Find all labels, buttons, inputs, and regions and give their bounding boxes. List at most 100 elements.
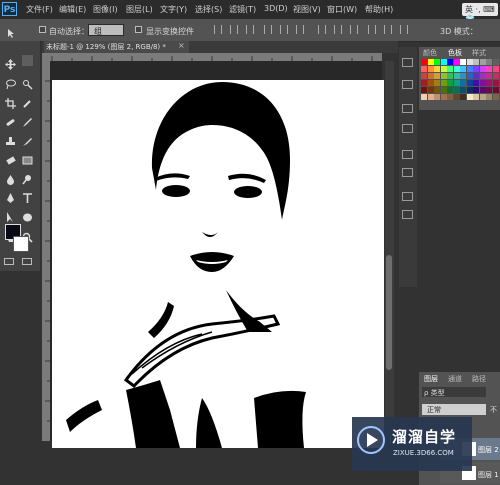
artboard-tool-icon[interactable] xyxy=(22,55,33,66)
color-swatch[interactable] xyxy=(486,66,492,72)
dodge-tool-icon[interactable] xyxy=(22,170,33,185)
distribute-top-icon[interactable] xyxy=(318,25,326,34)
color-swatch[interactable] xyxy=(447,59,453,65)
distribute-bottom-icon[interactable] xyxy=(350,25,358,34)
color-swatch[interactable] xyxy=(479,80,486,86)
menu-filter[interactable]: 滤镜(T) xyxy=(229,4,256,15)
tab-swatches[interactable]: 色板 xyxy=(448,48,462,58)
menu-edit[interactable]: 编辑(E) xyxy=(59,4,86,15)
move-tool-preset-icon[interactable] xyxy=(6,24,20,38)
color-swatch[interactable] xyxy=(434,80,440,86)
color-swatch[interactable] xyxy=(479,66,486,72)
color-swatch[interactable] xyxy=(440,80,447,86)
color-swatch[interactable] xyxy=(486,73,492,79)
color-swatch[interactable] xyxy=(440,87,447,93)
color-swatch[interactable] xyxy=(440,73,447,79)
background-color-swatch[interactable] xyxy=(13,236,29,252)
align-vcenter-icon[interactable] xyxy=(230,25,238,34)
color-swatch[interactable] xyxy=(486,94,492,100)
color-swatch[interactable] xyxy=(479,87,486,93)
libraries-panel-icon[interactable] xyxy=(402,192,413,201)
menu-help[interactable]: 帮助(H) xyxy=(365,4,393,15)
distribute-left-icon[interactable] xyxy=(368,25,376,34)
color-swatch[interactable] xyxy=(434,59,440,65)
color-swatch[interactable] xyxy=(421,94,427,100)
distribute-hcenter-icon[interactable] xyxy=(384,25,392,34)
screen-mode-icon[interactable] xyxy=(22,258,32,265)
tab-layers[interactable]: 图层 xyxy=(424,374,438,384)
color-swatch[interactable] xyxy=(453,94,460,100)
blur-tool-icon[interactable] xyxy=(5,170,16,185)
move-tool-icon[interactable] xyxy=(5,55,16,70)
canvas-scrollbar-thumb[interactable] xyxy=(386,255,392,370)
character-panel-icon[interactable] xyxy=(402,150,413,159)
color-swatch[interactable] xyxy=(486,87,492,93)
color-swatch[interactable] xyxy=(492,59,499,65)
color-swatch[interactable] xyxy=(460,66,466,72)
menu-image[interactable]: 图像(I) xyxy=(93,4,118,15)
color-swatch[interactable] xyxy=(492,73,499,79)
notes-panel-icon[interactable] xyxy=(402,210,413,219)
tab-styles[interactable]: 样式 xyxy=(472,48,486,58)
color-swatch[interactable] xyxy=(434,66,440,72)
color-swatch[interactable] xyxy=(421,59,427,65)
menu-select[interactable]: 选择(S) xyxy=(195,4,222,15)
color-swatch[interactable] xyxy=(421,80,427,86)
clone-stamp-tool-icon[interactable] xyxy=(5,132,16,145)
color-swatch[interactable] xyxy=(466,94,473,100)
color-swatch[interactable] xyxy=(453,66,460,72)
quick-mask-icon[interactable] xyxy=(4,258,14,265)
distribute-right-icon[interactable] xyxy=(400,25,408,34)
quick-select-tool-icon[interactable] xyxy=(22,75,33,90)
color-swatch[interactable] xyxy=(427,80,434,86)
align-left-icon[interactable] xyxy=(264,25,272,34)
color-swatch[interactable] xyxy=(466,87,473,93)
color-swatch[interactable] xyxy=(473,94,479,100)
color-swatch[interactable] xyxy=(434,87,440,93)
color-swatch[interactable] xyxy=(479,94,486,100)
brush-tool-icon[interactable] xyxy=(22,113,33,127)
color-swatch[interactable] xyxy=(479,59,486,65)
paragraph-panel-icon[interactable] xyxy=(402,168,413,177)
color-swatch[interactable] xyxy=(440,66,447,72)
color-swatch[interactable] xyxy=(460,94,466,100)
color-swatch[interactable] xyxy=(473,80,479,86)
color-swatch[interactable] xyxy=(447,87,453,93)
color-swatch[interactable] xyxy=(447,94,453,100)
tab-channels[interactable]: 通道 xyxy=(448,374,462,384)
color-swatch[interactable] xyxy=(427,66,434,72)
color-swatch[interactable] xyxy=(486,59,492,65)
auto-select-checkbox[interactable] xyxy=(39,26,46,33)
color-swatch[interactable] xyxy=(460,73,466,79)
color-swatch[interactable] xyxy=(440,94,447,100)
menu-type[interactable]: 文字(Y) xyxy=(160,4,187,15)
healing-brush-tool-icon[interactable] xyxy=(5,113,16,126)
color-swatch[interactable] xyxy=(492,87,499,93)
align-hcenter-icon[interactable] xyxy=(280,25,288,34)
color-swatch[interactable] xyxy=(440,59,447,65)
color-swatch[interactable] xyxy=(453,59,460,65)
color-swatch[interactable] xyxy=(473,73,479,79)
path-selection-tool-icon[interactable] xyxy=(5,208,16,222)
color-swatch[interactable] xyxy=(460,87,466,93)
shape-tool-icon[interactable] xyxy=(22,208,33,222)
color-swatch[interactable] xyxy=(460,80,466,86)
color-swatch[interactable] xyxy=(447,66,453,72)
history-panel-icon[interactable] xyxy=(402,58,413,67)
color-swatch[interactable] xyxy=(492,80,499,86)
eraser-tool-icon[interactable] xyxy=(5,151,16,165)
canvas-scrollbar[interactable] xyxy=(385,61,394,441)
align-bottom-icon[interactable] xyxy=(246,25,254,34)
menu-layer[interactable]: 图层(L) xyxy=(126,4,153,15)
color-swatch[interactable] xyxy=(421,66,427,72)
show-transform-checkbox[interactable] xyxy=(135,26,142,33)
align-top-icon[interactable] xyxy=(214,25,222,34)
color-swatch[interactable] xyxy=(466,66,473,72)
canvas-image-portrait[interactable] xyxy=(52,80,384,448)
color-swatch[interactable] xyxy=(460,59,466,65)
color-swatch[interactable] xyxy=(453,87,460,93)
pen-tool-icon[interactable] xyxy=(5,189,16,203)
color-swatch[interactable] xyxy=(434,73,440,79)
menu-3d[interactable]: 3D(D) xyxy=(264,4,288,13)
color-swatch[interactable] xyxy=(427,87,434,93)
